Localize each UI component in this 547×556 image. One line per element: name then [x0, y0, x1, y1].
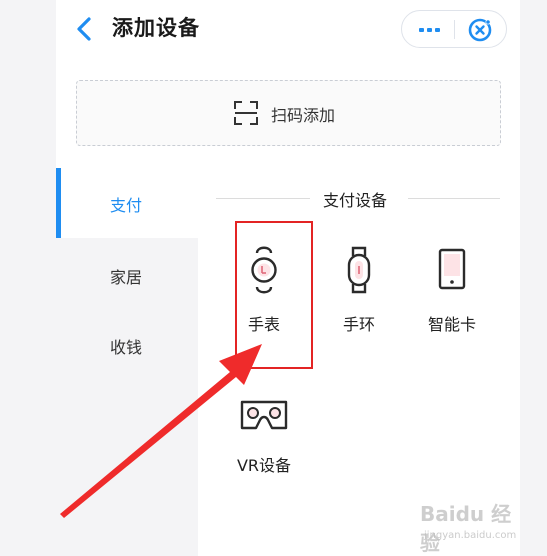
- active-indicator: [56, 168, 61, 238]
- close-circle-icon: [468, 18, 492, 42]
- left-gutter: [0, 0, 56, 556]
- back-button[interactable]: [72, 14, 98, 44]
- close-button[interactable]: [466, 16, 494, 44]
- annotation-highlight-box: [235, 221, 313, 369]
- sidebar-item-label: 家居: [110, 268, 143, 287]
- smart-card-icon: [438, 248, 466, 290]
- device-label: 智能卡: [427, 315, 476, 334]
- watermark-text: Baidu 经验: [420, 502, 512, 555]
- device-tile-vr[interactable]: VR设备: [224, 388, 304, 498]
- more-button[interactable]: [412, 17, 448, 41]
- section-divider-right: [408, 198, 500, 199]
- sidebar-item-label: 收钱: [110, 338, 143, 357]
- sidebar-item-label: 支付: [110, 196, 143, 215]
- scan-add-label: 扫码添加: [271, 106, 336, 125]
- device-tile-smart-card[interactable]: 智能卡: [412, 244, 492, 354]
- band-icon: [347, 246, 371, 294]
- chevron-left-icon: [77, 17, 91, 41]
- more-dots-icon: [419, 28, 440, 32]
- scan-icon: [234, 101, 258, 125]
- right-gutter: [520, 0, 547, 556]
- category-sidebar: 支付 家居 收钱: [56, 168, 198, 556]
- capsule-divider: [454, 20, 455, 39]
- sidebar-item-collect[interactable]: 收钱: [56, 310, 198, 380]
- device-tile-band[interactable]: 手环: [319, 244, 399, 354]
- sidebar-item-payment[interactable]: 支付: [56, 168, 198, 238]
- page-title: 添加设备: [112, 16, 200, 40]
- section-title: 支付设备: [323, 191, 388, 210]
- sidebar-item-home[interactable]: 家居: [56, 240, 198, 310]
- scan-add-button[interactable]: 扫码添加: [76, 80, 501, 146]
- watermark-url: jingyan.baidu.com: [424, 530, 517, 541]
- section-divider-left: [216, 198, 310, 199]
- mini-program-capsule: [401, 10, 507, 48]
- vr-headset-icon: [240, 400, 288, 430]
- device-label: 手环: [342, 315, 375, 334]
- device-label: VR设备: [236, 456, 292, 475]
- watermark: Baidu 经验 jingyan.baidu.com: [420, 498, 530, 555]
